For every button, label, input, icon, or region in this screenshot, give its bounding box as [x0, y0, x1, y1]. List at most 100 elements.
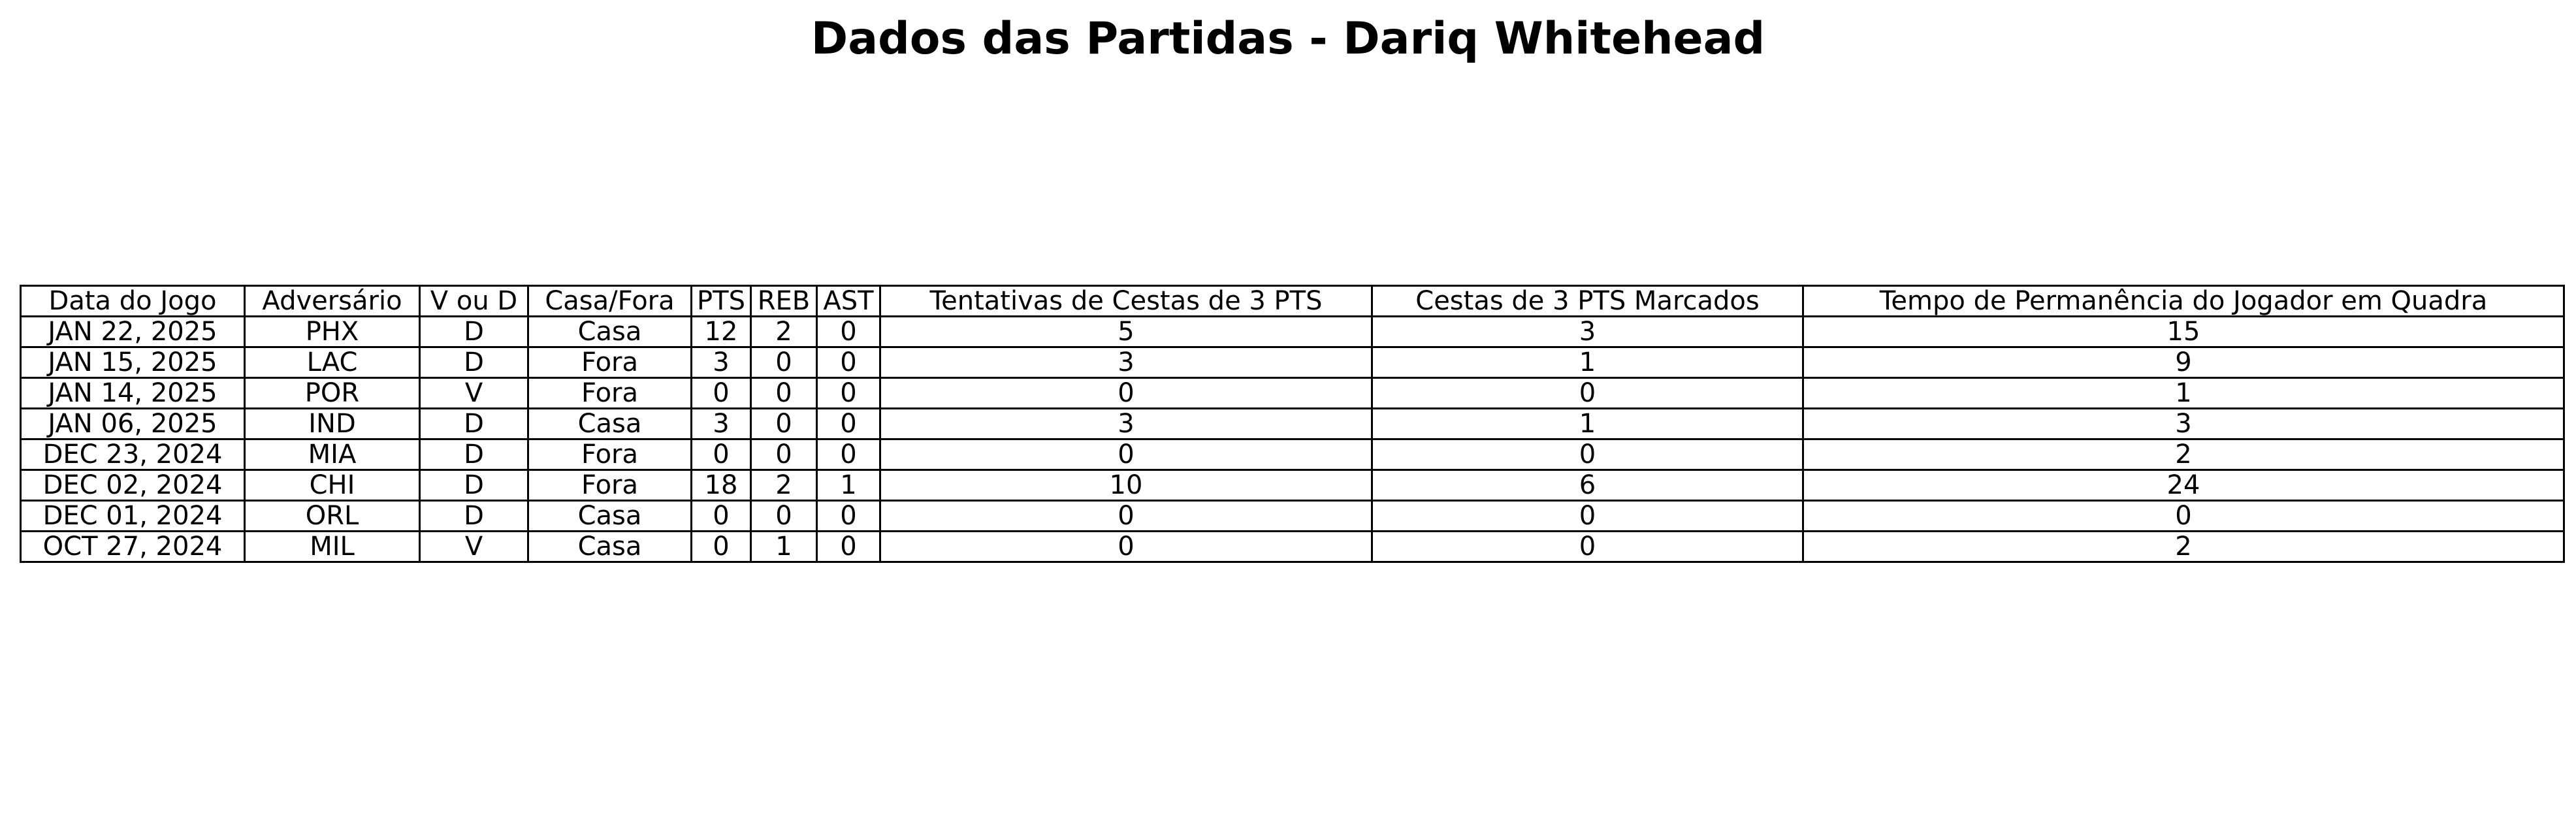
cell-result: V	[419, 377, 529, 409]
cell-pts: 12	[690, 315, 752, 348]
cell-opponent: MIL	[244, 530, 421, 563]
cell-date: DEC 23, 2024	[20, 438, 246, 471]
cell-ast: 0	[816, 438, 881, 471]
column-header-reb: REB	[750, 285, 818, 317]
table-row: DEC 23, 2024 MIA D Fora 0 0 0 0 0 2	[20, 438, 2565, 471]
cell-3pa: 10	[879, 469, 1373, 502]
cell-reb: 0	[750, 377, 818, 409]
cell-home-away: Casa	[527, 500, 692, 532]
table-row: JAN 06, 2025 IND D Casa 3 0 0 3 1 3	[20, 407, 2565, 440]
cell-result: D	[419, 438, 529, 471]
cell-result: D	[419, 315, 529, 348]
cell-minutes: 1	[1802, 377, 2565, 409]
cell-3pa: 0	[879, 377, 1373, 409]
cell-pts: 0	[690, 500, 752, 532]
cell-home-away: Casa	[527, 407, 692, 440]
cell-opponent: LAC	[244, 346, 421, 379]
cell-3pm: 0	[1371, 530, 1804, 563]
cell-minutes: 9	[1802, 346, 2565, 379]
cell-result: D	[419, 346, 529, 379]
table-row: OCT 27, 2024 MIL V Casa 0 1 0 0 0 2	[20, 530, 2565, 563]
table-header: Data do Jogo Adversário V ou D Casa/Fora…	[20, 285, 2565, 317]
cell-ast: 0	[816, 315, 881, 348]
cell-home-away: Fora	[527, 346, 692, 379]
column-header-minutes: Tempo de Permanência do Jogador em Quadr…	[1802, 285, 2565, 317]
cell-reb: 2	[750, 315, 818, 348]
cell-pts: 0	[690, 377, 752, 409]
cell-reb: 2	[750, 469, 818, 502]
cell-opponent: IND	[244, 407, 421, 440]
cell-3pa: 3	[879, 407, 1373, 440]
cell-reb: 1	[750, 530, 818, 563]
column-header-3pa: Tentativas de Cestas de 3 PTS	[879, 285, 1373, 317]
cell-minutes: 2	[1802, 530, 2565, 563]
cell-minutes: 0	[1802, 500, 2565, 532]
cell-pts: 3	[690, 407, 752, 440]
cell-3pa: 0	[879, 530, 1373, 563]
cell-pts: 3	[690, 346, 752, 379]
table-row: DEC 02, 2024 CHI D Fora 18 2 1 10 6 24	[20, 469, 2565, 502]
table-row: JAN 14, 2025 POR V Fora 0 0 0 0 0 1	[20, 377, 2565, 409]
cell-home-away: Fora	[527, 469, 692, 502]
cell-ast: 0	[816, 346, 881, 379]
cell-date: OCT 27, 2024	[20, 530, 246, 563]
cell-3pm: 6	[1371, 469, 1804, 502]
cell-pts: 18	[690, 469, 752, 502]
cell-ast: 0	[816, 407, 881, 440]
cell-3pm: 0	[1371, 500, 1804, 532]
cell-home-away: Fora	[527, 377, 692, 409]
cell-date: JAN 15, 2025	[20, 346, 246, 379]
cell-result: D	[419, 500, 529, 532]
cell-3pm: 0	[1371, 377, 1804, 409]
cell-home-away: Fora	[527, 438, 692, 471]
cell-minutes: 15	[1802, 315, 2565, 348]
cell-opponent: ORL	[244, 500, 421, 532]
cell-ast: 0	[816, 530, 881, 563]
cell-pts: 0	[690, 438, 752, 471]
cell-3pm: 1	[1371, 407, 1804, 440]
cell-minutes: 24	[1802, 469, 2565, 502]
cell-minutes: 2	[1802, 438, 2565, 471]
cell-opponent: POR	[244, 377, 421, 409]
column-header-date: Data do Jogo	[20, 285, 246, 317]
chart-title: Dados das Partidas - Dariq Whitehead	[811, 13, 1765, 65]
cell-3pa: 0	[879, 438, 1373, 471]
cell-opponent: CHI	[244, 469, 421, 502]
cell-home-away: Casa	[527, 315, 692, 348]
cell-result: V	[419, 530, 529, 563]
table-row: JAN 15, 2025 LAC D Fora 3 0 0 3 1 9	[20, 346, 2565, 379]
cell-reb: 0	[750, 407, 818, 440]
column-header-opponent: Adversário	[244, 285, 421, 317]
cell-3pm: 3	[1371, 315, 1804, 348]
cell-date: JAN 06, 2025	[20, 407, 246, 440]
cell-3pa: 5	[879, 315, 1373, 348]
cell-3pm: 1	[1371, 346, 1804, 379]
column-header-pts: PTS	[690, 285, 752, 317]
cell-3pa: 0	[879, 500, 1373, 532]
column-header-3pm: Cestas de 3 PTS Marcados	[1371, 285, 1804, 317]
cell-3pa: 3	[879, 346, 1373, 379]
cell-date: JAN 14, 2025	[20, 377, 246, 409]
column-header-home-away: Casa/Fora	[527, 285, 692, 317]
games-table: Data do Jogo Adversário V ou D Casa/Fora…	[20, 285, 2565, 563]
header-row: Data do Jogo Adversário V ou D Casa/Fora…	[20, 285, 2565, 317]
cell-pts: 0	[690, 530, 752, 563]
column-header-ast: AST	[816, 285, 881, 317]
cell-reb: 0	[750, 500, 818, 532]
cell-date: JAN 22, 2025	[20, 315, 246, 348]
cell-reb: 0	[750, 346, 818, 379]
column-header-result: V ou D	[419, 285, 529, 317]
cell-3pm: 0	[1371, 438, 1804, 471]
cell-opponent: MIA	[244, 438, 421, 471]
cell-home-away: Casa	[527, 530, 692, 563]
table-row: DEC 01, 2024 ORL D Casa 0 0 0 0 0 0	[20, 500, 2565, 532]
cell-date: DEC 01, 2024	[20, 500, 246, 532]
cell-ast: 0	[816, 377, 881, 409]
cell-opponent: PHX	[244, 315, 421, 348]
cell-ast: 1	[816, 469, 881, 502]
cell-result: D	[419, 469, 529, 502]
cell-minutes: 3	[1802, 407, 2565, 440]
cell-date: DEC 02, 2024	[20, 469, 246, 502]
cell-ast: 0	[816, 500, 881, 532]
cell-result: D	[419, 407, 529, 440]
